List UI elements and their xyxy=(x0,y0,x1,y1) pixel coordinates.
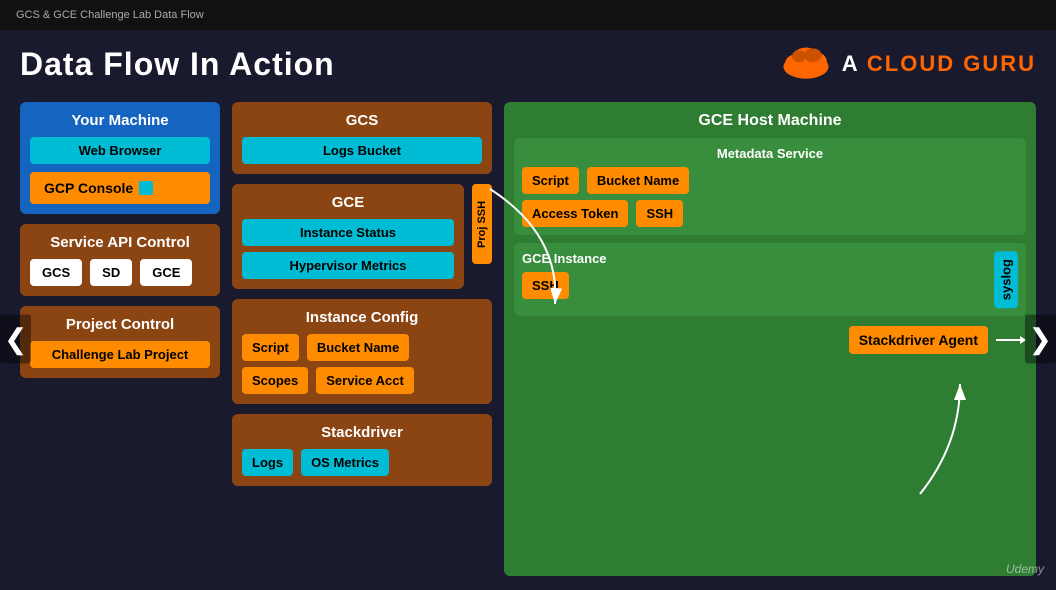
metadata-service-panel: Metadata Service Script Bucket Name Acce… xyxy=(514,138,1026,235)
gcs-panel: GCS Logs Bucket xyxy=(232,102,492,174)
your-machine-title: Your Machine xyxy=(30,112,210,129)
instance-bucket-name-box: Bucket Name xyxy=(307,334,409,361)
stackdriver-agent-arrow xyxy=(996,332,1026,348)
left-column: Your Machine Web Browser GCP Console Ser… xyxy=(20,102,220,576)
service-gce-box: GCE xyxy=(140,259,192,286)
cloud-guru-icon xyxy=(780,42,832,86)
title-bar: Data Flow In Action A CLOUD GURU xyxy=(0,30,1056,94)
metadata-bucket-name-box: Bucket Name xyxy=(587,167,689,194)
gcp-console-teal-indicator xyxy=(139,181,153,195)
stackdriver-panel: Stackdriver Logs OS Metrics xyxy=(232,414,492,486)
logs-bucket-box: Logs Bucket xyxy=(242,137,482,164)
instance-config-row1: Script Bucket Name xyxy=(242,334,482,361)
gce-instance-title: GCE Instance xyxy=(522,251,986,266)
instance-ssh-box: SSH xyxy=(522,272,569,299)
gcs-title: GCS xyxy=(242,112,482,129)
gce-panel: GCE Instance Status Hypervisor Metrics xyxy=(232,184,464,289)
project-control-title: Project Control xyxy=(30,316,210,333)
metadata-ssh-box: SSH xyxy=(636,200,683,227)
syslog-tab: syslog xyxy=(994,251,1018,308)
instance-config-row2: Scopes Service Acct xyxy=(242,367,482,394)
metadata-service-title: Metadata Service xyxy=(522,146,1018,161)
instance-status-box: Instance Status xyxy=(242,219,454,246)
project-control-panel: Project Control Challenge Lab Project xyxy=(20,306,220,378)
udemy-watermark: Udemy xyxy=(1006,562,1044,576)
main-content: ❮ Your Machine Web Browser GCP Console S… xyxy=(0,94,1056,584)
stackdriver-title: Stackdriver xyxy=(242,424,482,441)
web-browser-box: Web Browser xyxy=(30,137,210,164)
metadata-script-box: Script xyxy=(522,167,579,194)
scopes-box: Scopes xyxy=(242,367,308,394)
stackdriver-items: Logs OS Metrics xyxy=(242,449,482,476)
challenge-lab-box: Challenge Lab Project xyxy=(30,341,210,368)
os-metrics-box: OS Metrics xyxy=(301,449,389,476)
instance-config-title: Instance Config xyxy=(242,309,482,326)
proj-ssh-tab: Proj SSH xyxy=(472,184,492,264)
instance-script-box: Script xyxy=(242,334,299,361)
gce-instance-panel: GCE Instance SSH syslog xyxy=(514,243,1026,316)
service-api-panel: Service API Control GCS SD GCE xyxy=(20,224,220,296)
metadata-row2: Access Token SSH xyxy=(522,200,1018,227)
header-title: GCS & GCE Challenge Lab Data Flow xyxy=(16,9,204,21)
page-title: Data Flow In Action xyxy=(20,46,335,83)
gce-host-panel: GCE Host Machine Metadata Service Script… xyxy=(504,102,1036,576)
right-column: GCE Host Machine Metadata Service Script… xyxy=(504,102,1036,576)
service-gcs-box: GCS xyxy=(30,259,82,286)
gce-instance-content: GCE Instance SSH xyxy=(522,251,986,299)
header-bar: GCS & GCE Challenge Lab Data Flow xyxy=(0,0,1056,30)
service-api-title: Service API Control xyxy=(30,234,210,251)
gcp-console-box: GCP Console xyxy=(30,172,210,204)
instance-config-panel: Instance Config Script Bucket Name Scope… xyxy=(232,299,492,404)
nav-right-arrow[interactable]: ❯ xyxy=(1025,315,1056,364)
stackdriver-agent-box: Stackdriver Agent xyxy=(849,326,988,354)
metadata-row1: Script Bucket Name xyxy=(522,167,1018,194)
your-machine-panel: Your Machine Web Browser GCP Console xyxy=(20,102,220,214)
service-sd-box: SD xyxy=(90,259,132,286)
middle-column: GCS Logs Bucket GCE Instance Status Hype… xyxy=(232,102,492,576)
service-acct-box: Service Acct xyxy=(316,367,414,394)
gce-row: GCE Instance Status Hypervisor Metrics P… xyxy=(232,184,492,289)
logs-box: Logs xyxy=(242,449,293,476)
nav-left-arrow[interactable]: ❮ xyxy=(0,315,31,364)
stackdriver-agent-row: Stackdriver Agent xyxy=(514,316,1026,354)
logo-text: A CLOUD GURU xyxy=(842,51,1036,77)
logo-area: A CLOUD GURU xyxy=(780,42,1036,86)
gce-host-title: GCE Host Machine xyxy=(514,112,1026,130)
access-token-box: Access Token xyxy=(522,200,628,227)
hypervisor-metrics-box: Hypervisor Metrics xyxy=(242,252,454,279)
gce-title: GCE xyxy=(242,194,454,211)
service-api-items: GCS SD GCE xyxy=(30,259,210,286)
